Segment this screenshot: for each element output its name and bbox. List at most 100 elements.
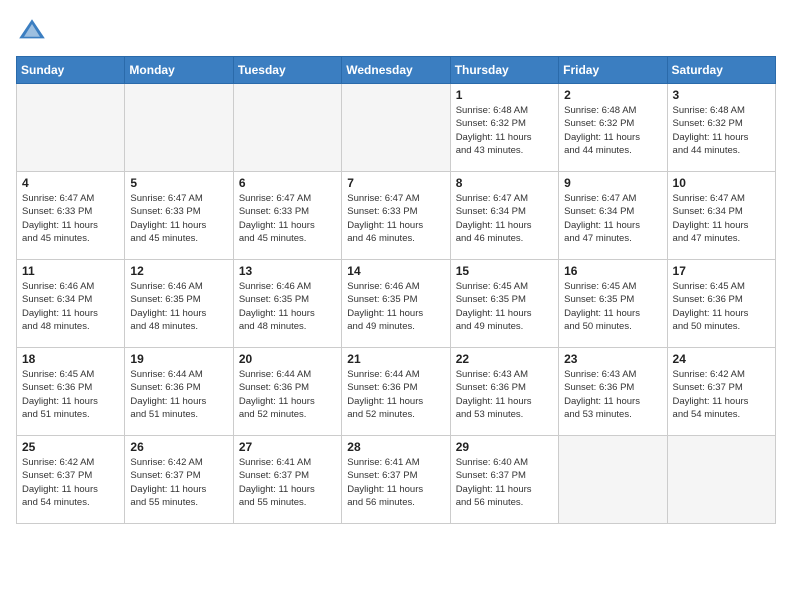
calendar-cell: 28Sunrise: 6:41 AM Sunset: 6:37 PM Dayli… [342, 436, 450, 524]
header-row: SundayMondayTuesdayWednesdayThursdayFrid… [17, 57, 776, 84]
header-saturday: Saturday [667, 57, 775, 84]
day-number: 8 [456, 176, 553, 190]
day-info: Sunrise: 6:42 AM Sunset: 6:37 PM Dayligh… [22, 456, 119, 509]
calendar-cell [342, 84, 450, 172]
calendar-cell: 18Sunrise: 6:45 AM Sunset: 6:36 PM Dayli… [17, 348, 125, 436]
calendar-cell [125, 84, 233, 172]
calendar-table: SundayMondayTuesdayWednesdayThursdayFrid… [16, 56, 776, 524]
calendar-cell: 23 Sunrise: 6:43 AM Sunset: 6:36 PM Dayli… [559, 348, 667, 436]
day-info: Sunrise: 6:44 AM Sunset: 6:36 PM Dayligh… [130, 368, 227, 421]
calendar-cell: 1 Sunrise: 6:48 AM Sunset: 6:32 PM Daylig… [450, 84, 558, 172]
day-info: Sunrise: 6:47 AM Sunset: 6:33 PM Dayligh… [347, 192, 444, 245]
day-info: Sunrise: 6:48 AM Sunset: 6:32 PM Dayligh… [564, 104, 661, 157]
calendar-cell [559, 436, 667, 524]
day-info: Sunrise: 6:43 AM Sunset: 6:36 PM Dayligh… [456, 368, 553, 421]
calendar-cell: 13 Sunrise: 6:46 AM Sunset: 6:35 PM Dayli… [233, 260, 341, 348]
calendar-cell: 8 Sunrise: 6:47 AM Sunset: 6:34 PM Daylig… [450, 172, 558, 260]
day-info: Sunrise: 6:46 AM Sunset: 6:35 PM Dayligh… [130, 280, 227, 333]
day-number: 26 [130, 440, 227, 454]
calendar-cell: 5Sunrise: 6:47 AM Sunset: 6:33 PM Daylig… [125, 172, 233, 260]
day-info: Sunrise: 6:45 AM Sunset: 6:36 PM Dayligh… [673, 280, 770, 333]
day-number: 29 [456, 440, 553, 454]
day-number: 20 [239, 352, 336, 366]
header-wednesday: Wednesday [342, 57, 450, 84]
calendar-cell [667, 436, 775, 524]
logo [16, 16, 52, 48]
week-row-2: 4 Sunrise: 6:47 AM Sunset: 6:33 PM Daylig… [17, 172, 776, 260]
day-number: 23 [564, 352, 661, 366]
calendar-cell: 9 Sunrise: 6:47 AM Sunset: 6:34 PM Daylig… [559, 172, 667, 260]
header-friday: Friday [559, 57, 667, 84]
calendar-cell: 22 Sunrise: 6:43 AM Sunset: 6:36 PM Dayli… [450, 348, 558, 436]
calendar-cell: 15 Sunrise: 6:45 AM Sunset: 6:35 PM Dayli… [450, 260, 558, 348]
day-info: Sunrise: 6:45 AM Sunset: 6:35 PM Dayligh… [564, 280, 661, 333]
calendar-header: SundayMondayTuesdayWednesdayThursdayFrid… [17, 57, 776, 84]
day-number: 15 [456, 264, 553, 278]
day-info: Sunrise: 6:48 AM Sunset: 6:32 PM Dayligh… [673, 104, 770, 157]
day-info: Sunrise: 6:47 AM Sunset: 6:33 PM Dayligh… [239, 192, 336, 245]
day-number: 4 [22, 176, 119, 190]
day-info: Sunrise: 6:41 AM Sunset: 6:37 PM Dayligh… [239, 456, 336, 509]
week-row-5: 25 Sunrise: 6:42 AM Sunset: 6:37 PM Dayli… [17, 436, 776, 524]
calendar-cell: 19 Sunrise: 6:44 AM Sunset: 6:36 PM Dayli… [125, 348, 233, 436]
day-info: Sunrise: 6:42 AM Sunset: 6:37 PM Dayligh… [673, 368, 770, 421]
day-number: 3 [673, 88, 770, 102]
day-info: Sunrise: 6:47 AM Sunset: 6:33 PM Dayligh… [130, 192, 227, 245]
week-row-4: 18Sunrise: 6:45 AM Sunset: 6:36 PM Dayli… [17, 348, 776, 436]
day-number: 12 [130, 264, 227, 278]
calendar-cell: 14Sunrise: 6:46 AM Sunset: 6:35 PM Dayli… [342, 260, 450, 348]
day-number: 7 [347, 176, 444, 190]
day-number: 25 [22, 440, 119, 454]
header-sunday: Sunday [17, 57, 125, 84]
calendar-cell: 27 Sunrise: 6:41 AM Sunset: 6:37 PM Dayli… [233, 436, 341, 524]
calendar-cell: 24 Sunrise: 6:42 AM Sunset: 6:37 PM Dayli… [667, 348, 775, 436]
day-number: 11 [22, 264, 119, 278]
day-info: Sunrise: 6:44 AM Sunset: 6:36 PM Dayligh… [239, 368, 336, 421]
day-number: 13 [239, 264, 336, 278]
calendar-cell: 6 Sunrise: 6:47 AM Sunset: 6:33 PM Daylig… [233, 172, 341, 260]
calendar-cell: 10 Sunrise: 6:47 AM Sunset: 6:34 PM Dayli… [667, 172, 775, 260]
calendar-cell: 11 Sunrise: 6:46 AM Sunset: 6:34 PM Dayli… [17, 260, 125, 348]
day-info: Sunrise: 6:47 AM Sunset: 6:34 PM Dayligh… [456, 192, 553, 245]
calendar-cell: 25 Sunrise: 6:42 AM Sunset: 6:37 PM Dayli… [17, 436, 125, 524]
day-info: Sunrise: 6:46 AM Sunset: 6:35 PM Dayligh… [239, 280, 336, 333]
day-number: 17 [673, 264, 770, 278]
day-number: 18 [22, 352, 119, 366]
calendar-cell: 26 Sunrise: 6:42 AM Sunset: 6:37 PM Dayli… [125, 436, 233, 524]
calendar-cell: 21 Sunrise: 6:44 AM Sunset: 6:36 PM Dayli… [342, 348, 450, 436]
day-info: Sunrise: 6:45 AM Sunset: 6:35 PM Dayligh… [456, 280, 553, 333]
day-number: 1 [456, 88, 553, 102]
week-row-1: 1 Sunrise: 6:48 AM Sunset: 6:32 PM Daylig… [17, 84, 776, 172]
day-info: Sunrise: 6:46 AM Sunset: 6:35 PM Dayligh… [347, 280, 444, 333]
calendar-cell: 29 Sunrise: 6:40 AM Sunset: 6:37 PM Dayli… [450, 436, 558, 524]
day-info: Sunrise: 6:46 AM Sunset: 6:34 PM Dayligh… [22, 280, 119, 333]
calendar-cell: 7 Sunrise: 6:47 AM Sunset: 6:33 PM Daylig… [342, 172, 450, 260]
calendar-cell: 4Sunrise: 6:47 AM Sunset: 6:33 PM Daylig… [17, 172, 125, 260]
day-number: 24 [673, 352, 770, 366]
day-number: 22 [456, 352, 553, 366]
day-number: 6 [239, 176, 336, 190]
week-row-3: 11 Sunrise: 6:46 AM Sunset: 6:34 PM Dayli… [17, 260, 776, 348]
day-number: 21 [347, 352, 444, 366]
calendar-cell [17, 84, 125, 172]
calendar-cell: 3 Sunrise: 6:48 AM Sunset: 6:32 PM Daylig… [667, 84, 775, 172]
day-number: 27 [239, 440, 336, 454]
day-number: 16 [564, 264, 661, 278]
day-info: Sunrise: 6:43 AM Sunset: 6:36 PM Dayligh… [564, 368, 661, 421]
day-info: Sunrise: 6:44 AM Sunset: 6:36 PM Dayligh… [347, 368, 444, 421]
calendar-cell: 16 Sunrise: 6:45 AM Sunset: 6:35 PM Dayli… [559, 260, 667, 348]
day-info: Sunrise: 6:47 AM Sunset: 6:34 PM Dayligh… [564, 192, 661, 245]
day-info: Sunrise: 6:48 AM Sunset: 6:32 PM Dayligh… [456, 104, 553, 157]
calendar-cell: 17 Sunrise: 6:45 AM Sunset: 6:36 PM Dayli… [667, 260, 775, 348]
day-info: Sunrise: 6:47 AM Sunset: 6:34 PM Dayligh… [673, 192, 770, 245]
day-number: 10 [673, 176, 770, 190]
header-thursday: Thursday [450, 57, 558, 84]
day-number: 28 [347, 440, 444, 454]
calendar-cell [233, 84, 341, 172]
calendar-body: 1 Sunrise: 6:48 AM Sunset: 6:32 PM Daylig… [17, 84, 776, 524]
day-info: Sunrise: 6:42 AM Sunset: 6:37 PM Dayligh… [130, 456, 227, 509]
day-number: 9 [564, 176, 661, 190]
day-number: 19 [130, 352, 227, 366]
day-info: Sunrise: 6:40 AM Sunset: 6:37 PM Dayligh… [456, 456, 553, 509]
page-header [16, 16, 776, 48]
